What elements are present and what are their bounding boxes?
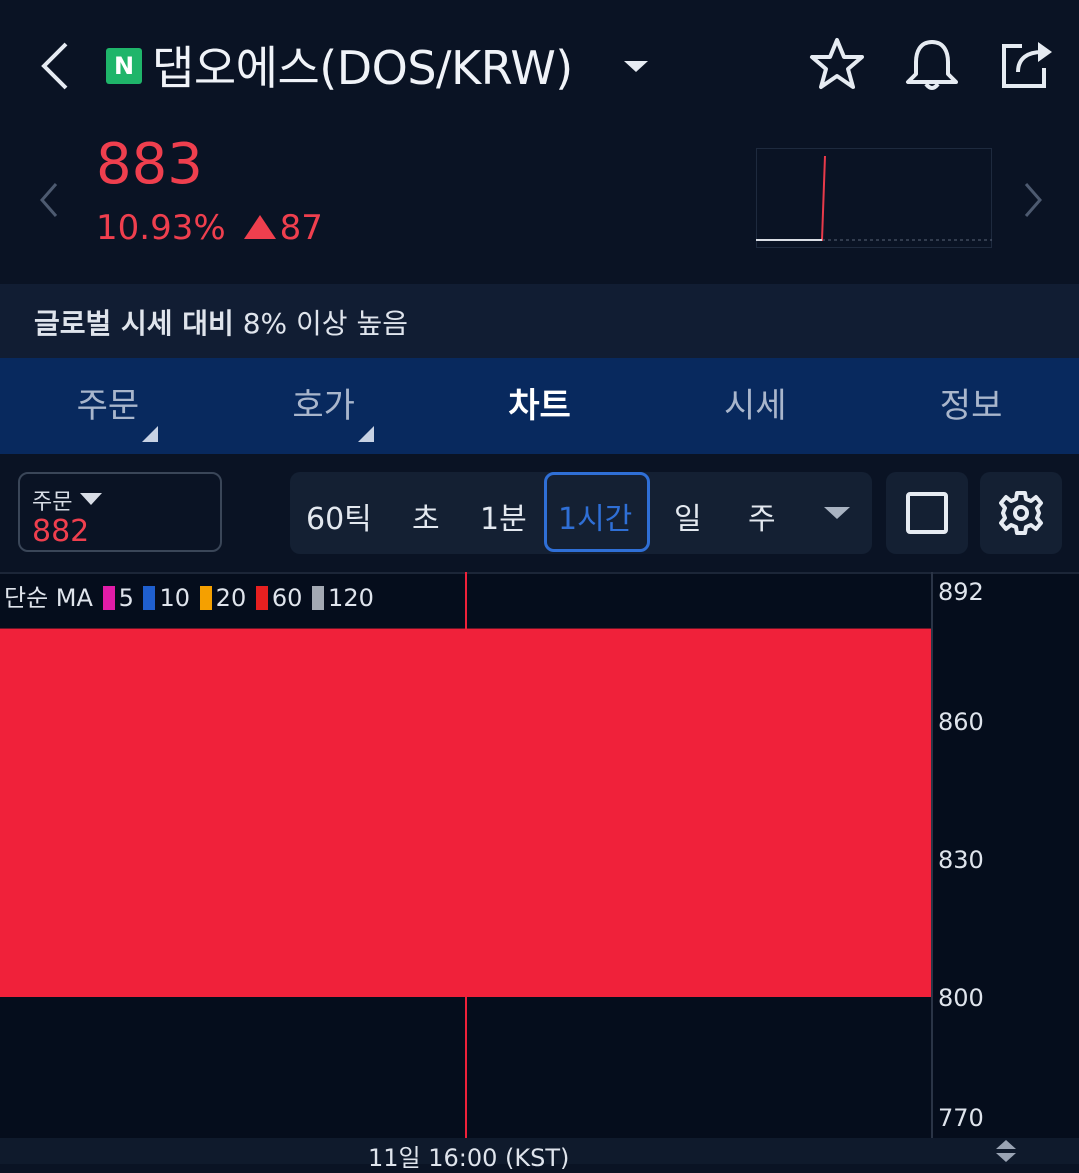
ma120-swatch [312,586,325,610]
up-triangle-icon [243,215,276,239]
ma-period: 20 [215,584,247,612]
tab-label: 시세 [724,386,787,426]
tab-label: 정보 [939,386,1003,426]
price-notice-text: 글로벌 시세 대비 8% 이상 높음 [34,302,408,342]
coin-title[interactable]: 댑오에스(DOS/KRW) [152,32,573,98]
y-tick: 860 [938,708,984,736]
x-axis-label: 11일 16:00 (KST) [368,1144,570,1172]
bell-icon[interactable] [902,36,962,96]
ma60-swatch [255,586,268,610]
notice-bold: 글로벌 시세 대비 [34,307,234,340]
candle-body [0,628,931,997]
ma-period: 120 [328,584,374,612]
ma-legend[interactable]: 단순 MA 5 10 20 60 120 [4,578,374,613]
share-icon[interactable] [998,36,1056,96]
tab-info[interactable]: 정보 [863,358,1079,454]
tab-order[interactable]: 주문 [0,358,216,454]
ma20-swatch [199,586,212,610]
price-chart[interactable] [0,572,1079,1164]
y-tick: 800 [938,984,984,1012]
ma-period: 10 [159,584,191,612]
interval-second[interactable]: 초 [412,494,440,538]
caret-down-icon [80,490,102,509]
interval-60tick[interactable]: 60틱 [306,494,372,538]
next-coin-icon[interactable] [1020,180,1046,224]
tab-label: 호가 [292,386,355,426]
tab-label: 차트 [508,386,571,426]
corner-triangle-icon [357,426,374,442]
y-tick: 830 [938,846,984,874]
change-amount: 87 [279,208,323,248]
order-label: 주문 [32,490,73,515]
ma10-swatch [143,586,156,610]
interval-more-icon[interactable] [824,505,850,524]
settings-button[interactable] [980,472,1062,554]
order-price-value: 882 [32,514,90,549]
ma-period: 5 [118,584,134,612]
exchange-logo: N [106,48,142,84]
star-icon[interactable] [808,36,866,96]
ma5-swatch [102,586,115,610]
price-change: 10.93% 87 [96,208,323,248]
square-icon [906,492,948,534]
tab-label: 주문 [76,386,140,426]
notice-rest: 8% 이상 높음 [233,307,408,340]
tab-chart[interactable]: 차트 [432,358,648,454]
current-price: 883 [96,132,203,197]
y-tick: 770 [938,1104,984,1132]
fullscreen-button[interactable] [886,472,968,554]
back-arrow-icon[interactable] [36,38,76,94]
mini-chart[interactable] [756,148,992,248]
main-tabs: 주문 호가 차트 시세 정보 [0,358,1079,454]
prev-coin-icon[interactable] [36,180,62,224]
change-percent: 10.93% [96,208,226,248]
gear-icon [999,491,1043,535]
interval-week[interactable]: 주 [748,494,776,538]
ma-legend-label: 단순 MA [4,584,93,612]
tab-orderbook[interactable]: 호가 [216,358,432,454]
interval-1min[interactable]: 1분 [480,494,527,538]
y-tick: 892 [938,578,984,606]
corner-triangle-icon [142,426,158,442]
interval-day[interactable]: 일 [674,494,702,538]
chevron-down-icon[interactable] [624,58,648,77]
tab-price[interactable]: 시세 [647,358,863,454]
interval-1hour[interactable]: 1시간 [558,494,632,538]
ma-period: 60 [271,584,303,612]
